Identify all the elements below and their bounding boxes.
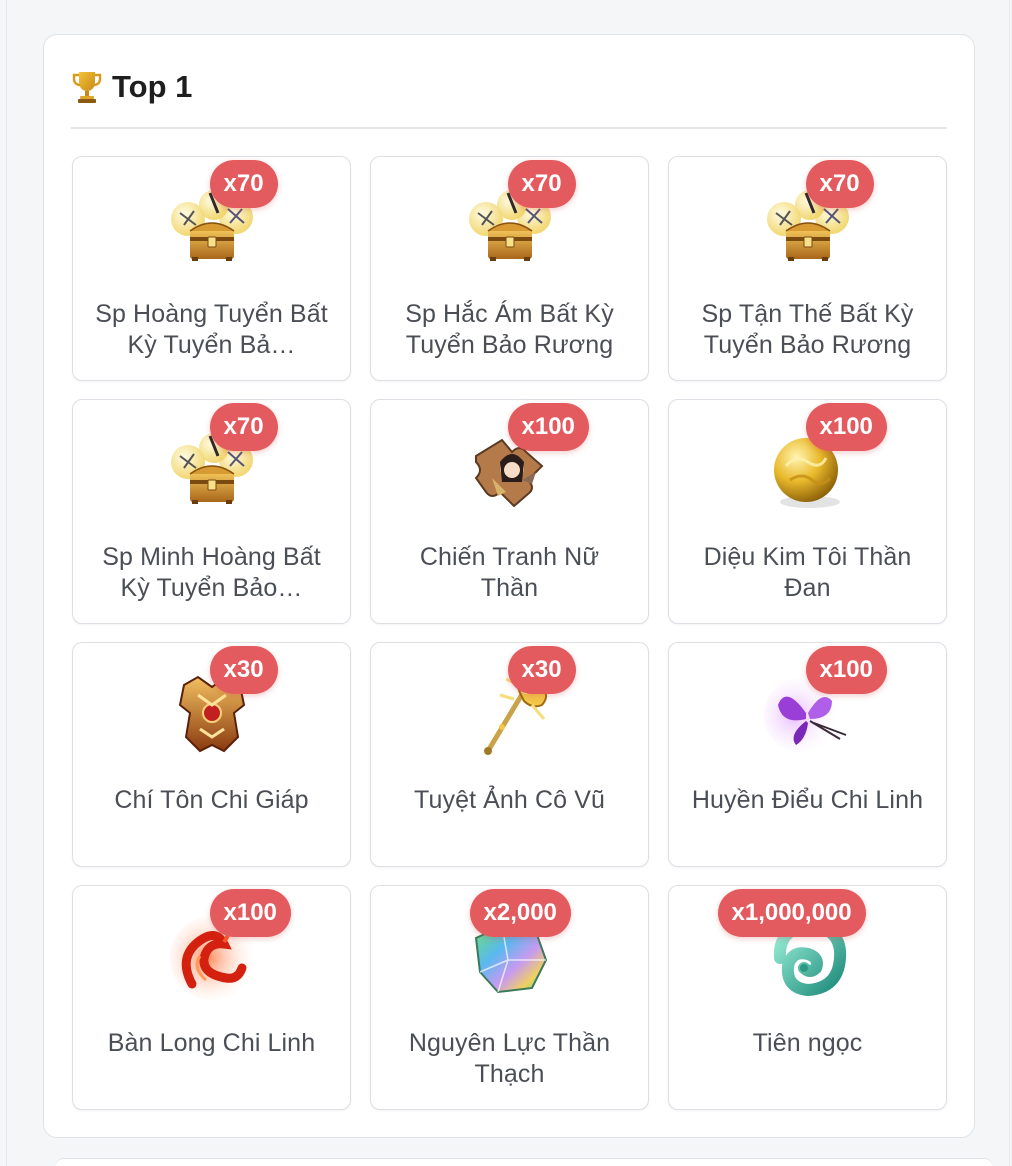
item-name: Sp Hoàng Tuyển Bất Kỳ Tuyển Bả… xyxy=(95,300,328,359)
reward-item-card[interactable]: x100 Huyền Điểu Chi Linh xyxy=(668,642,947,867)
header-divider xyxy=(71,127,947,129)
item-name: Sp Minh Hoàng Bất Kỳ Tuyển Bảo… xyxy=(102,543,321,602)
item-name: Bàn Long Chi Linh xyxy=(107,1029,316,1057)
item-name: Tuyệt Ảnh Cô Vũ xyxy=(414,786,605,814)
reward-item-card[interactable]: x2,000 Nguyên Lực Thần Thạch xyxy=(370,885,649,1110)
reward-item-card[interactable]: x30 Chí Tôn Chi Giáp xyxy=(72,642,351,867)
quantity-badge: x2,000 xyxy=(469,889,571,937)
item-name: Huyền Điểu Chi Linh xyxy=(691,786,924,814)
quantity-badge: x100 xyxy=(805,646,887,694)
reward-item-card[interactable]: x70 Sp Hoàng Tuyển Bất Kỳ Tuyển Bả… xyxy=(72,156,351,381)
rewards-panel: Top 1 x70 Sp Hoàng Tuyển Bất Kỳ Tuyển Bả… xyxy=(43,34,975,1138)
reward-item-card[interactable]: x70 Sp Tận Thế Bất Kỳ Tuyển Bảo Rương xyxy=(668,156,947,381)
trophy-icon xyxy=(72,70,102,104)
panel-title: Top 1 xyxy=(112,69,193,104)
quantity-badge: x70 xyxy=(507,160,576,208)
quantity-badge: x70 xyxy=(209,160,278,208)
item-name: Chí Tôn Chi Giáp xyxy=(114,786,309,814)
panel-header: Top 1 xyxy=(72,67,192,107)
quantity-badge: x30 xyxy=(209,646,278,694)
item-name: Chiến Tranh Nữ Thần xyxy=(419,543,600,602)
reward-item-card[interactable]: x30 Tuyệt Ảnh Cô Vũ xyxy=(370,642,649,867)
quantity-badge: x70 xyxy=(805,160,874,208)
quantity-badge: x100 xyxy=(805,403,887,451)
item-name: Nguyên Lực Thần Thạch xyxy=(408,1029,611,1088)
next-panel-edge xyxy=(56,1158,992,1166)
quantity-badge: x70 xyxy=(209,403,278,451)
quantity-badge: x100 xyxy=(507,403,589,451)
reward-item-card[interactable]: x70 Sp Hắc Ám Bất Kỳ Tuyển Bảo Rương xyxy=(370,156,649,381)
reward-item-card[interactable]: x100 Bàn Long Chi Linh xyxy=(72,885,351,1110)
item-name: Tiên ngọc xyxy=(752,1029,863,1057)
item-grid: x70 Sp Hoàng Tuyển Bất Kỳ Tuyển Bả… x70 … xyxy=(72,156,948,1110)
quantity-badge: x100 xyxy=(209,889,291,937)
reward-item-card[interactable]: x1,000,000 Tiên ngọc xyxy=(668,885,947,1110)
item-name: Sp Tận Thế Bất Kỳ Tuyển Bảo Rương xyxy=(701,300,914,359)
page-edge-line xyxy=(6,0,7,1166)
reward-item-card[interactable]: x100 Diệu Kim Tôi Thần Đan xyxy=(668,399,947,624)
quantity-badge: x1,000,000 xyxy=(717,889,866,937)
page-edge-line xyxy=(1009,0,1010,1166)
item-name: Diệu Kim Tôi Thần Đan xyxy=(703,543,912,602)
quantity-badge: x30 xyxy=(507,646,576,694)
reward-item-card[interactable]: x100 Chiến Tranh Nữ Thần xyxy=(370,399,649,624)
reward-item-card[interactable]: x70 Sp Minh Hoàng Bất Kỳ Tuyển Bảo… xyxy=(72,399,351,624)
item-name: Sp Hắc Ám Bất Kỳ Tuyển Bảo Rương xyxy=(405,300,614,359)
